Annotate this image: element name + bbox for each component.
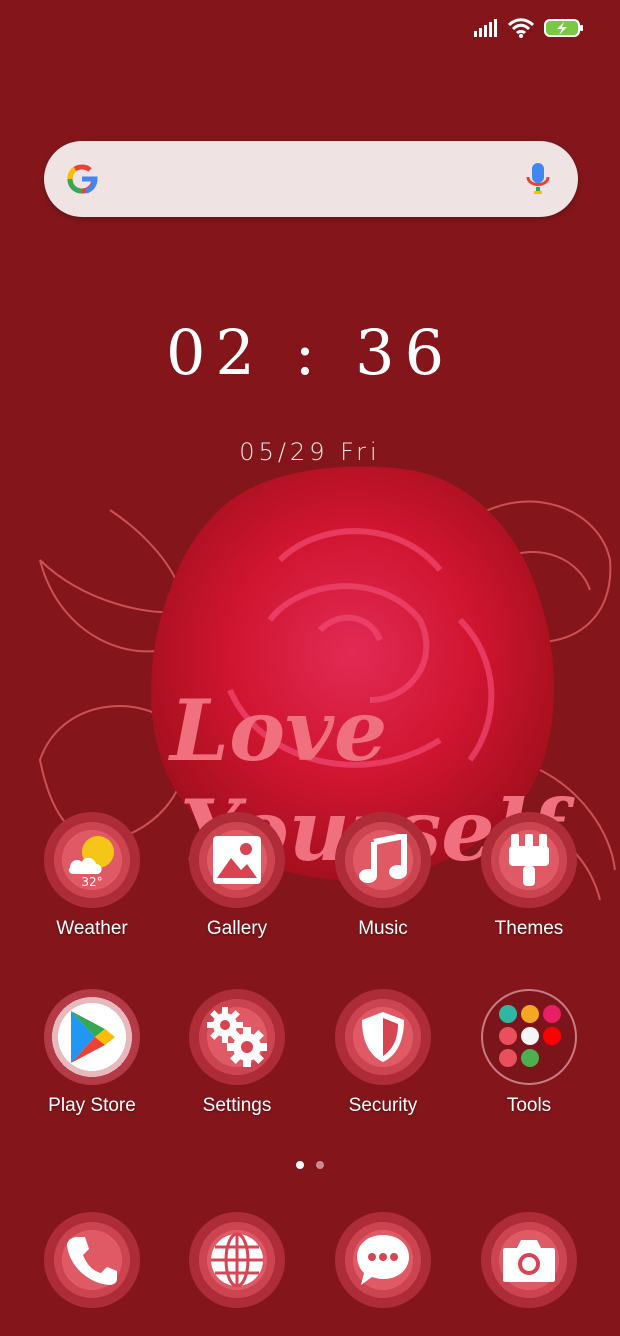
app-themes[interactable]: Themes bbox=[459, 812, 599, 940]
app-label-settings: Settings bbox=[202, 1095, 272, 1116]
phone-icon bbox=[67, 1237, 117, 1285]
app-label-gallery: Gallery bbox=[206, 918, 268, 939]
app-security[interactable]: Security bbox=[313, 989, 453, 1117]
page-dot-1[interactable] bbox=[296, 1161, 304, 1169]
settings-icon bbox=[207, 1007, 267, 1067]
page-indicator bbox=[0, 1161, 620, 1169]
app-label-weather: Weather bbox=[56, 918, 128, 939]
music-icon bbox=[359, 834, 407, 883]
play-store-icon bbox=[71, 1011, 115, 1063]
status-bar bbox=[474, 14, 584, 42]
weather-temperature: 32° bbox=[81, 875, 102, 889]
app-label-tools: Tools bbox=[506, 1095, 552, 1116]
app-tools-folder[interactable]: Tools bbox=[459, 989, 599, 1117]
google-search-bar[interactable] bbox=[44, 141, 578, 217]
app-weather[interactable]: 32° Weather bbox=[22, 812, 162, 940]
security-icon bbox=[362, 1012, 404, 1062]
app-label-security: Security bbox=[348, 1095, 418, 1116]
app-play-store[interactable]: Play Store bbox=[22, 989, 162, 1117]
wifi-icon bbox=[508, 18, 534, 38]
dock-camera[interactable] bbox=[459, 1212, 599, 1308]
app-label-music: Music bbox=[358, 918, 408, 939]
app-music[interactable]: Music bbox=[313, 812, 453, 940]
wallpaper-text-love: Love bbox=[168, 681, 387, 780]
camera-icon bbox=[503, 1240, 555, 1282]
tools-folder-icon bbox=[481, 989, 577, 1085]
dock-phone[interactable] bbox=[22, 1212, 162, 1308]
app-gallery[interactable]: Gallery bbox=[167, 812, 307, 940]
themes-icon bbox=[509, 834, 549, 886]
browser-icon bbox=[211, 1232, 263, 1288]
weather-icon: 32° bbox=[68, 836, 114, 889]
google-icon bbox=[67, 164, 98, 194]
clock-time[interactable]: 02 : 36 bbox=[0, 316, 620, 389]
dock-browser[interactable] bbox=[167, 1212, 307, 1308]
app-label-themes: Themes bbox=[494, 918, 564, 939]
voice-search-mic-icon[interactable] bbox=[526, 161, 550, 197]
gallery-icon bbox=[213, 836, 261, 884]
page-dot-2[interactable] bbox=[316, 1161, 324, 1169]
clock-date[interactable]: 05/29 Fri bbox=[0, 438, 620, 466]
messages-icon bbox=[357, 1235, 409, 1285]
battery-charging-icon bbox=[544, 19, 583, 37]
signal-icon bbox=[474, 19, 497, 37]
app-label-play-store: Play Store bbox=[48, 1095, 136, 1116]
app-settings[interactable]: Settings bbox=[167, 989, 307, 1117]
dock-messages[interactable] bbox=[313, 1212, 453, 1308]
